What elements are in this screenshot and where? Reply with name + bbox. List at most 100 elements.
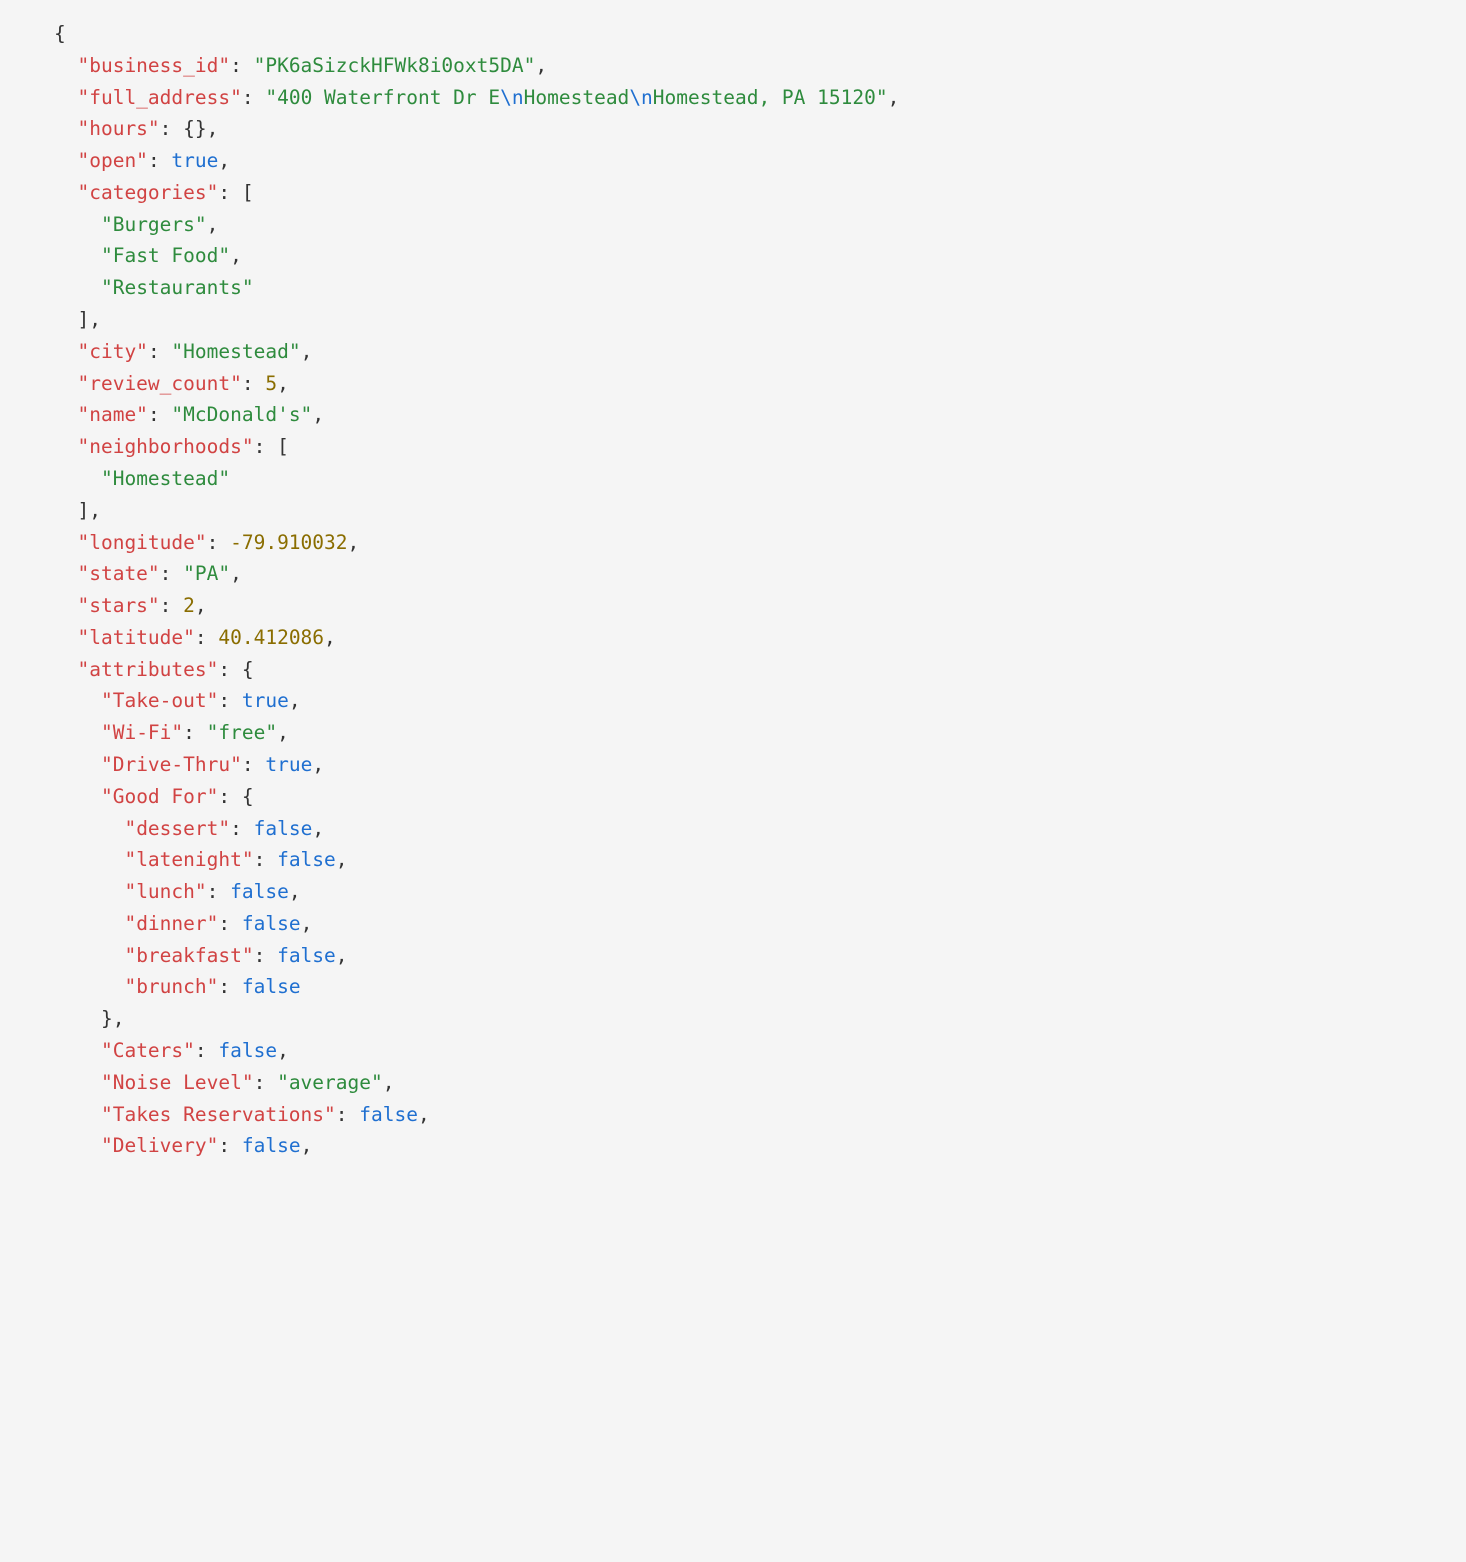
code-token-str: Homestead <box>524 86 630 109</box>
json-source-code: { "business_id": "PK6aSizckHFWk8i0oxt5DA… <box>0 0 1466 1162</box>
code-line: "review_count": 5, <box>54 372 289 395</box>
code-line: "brunch": false <box>54 975 301 998</box>
code-token-num: -79.910032 <box>230 531 347 554</box>
code-line: "Delivery": false, <box>54 1134 312 1157</box>
code-line: "Caters": false, <box>54 1039 289 1062</box>
code-token-pun <box>54 244 101 267</box>
code-line: { <box>54 22 66 45</box>
code-token-pun: : {}, <box>160 117 219 140</box>
code-token-pun <box>54 975 124 998</box>
code-token-pun <box>54 594 77 617</box>
code-token-pun: , <box>312 817 324 840</box>
code-token-str: "PA" <box>183 562 230 585</box>
code-token-pun <box>54 753 101 776</box>
code-token-bool: false <box>277 848 336 871</box>
code-line: "Noise Level": "average", <box>54 1071 395 1094</box>
code-token-bool: true <box>265 753 312 776</box>
code-token-pun: , <box>535 54 547 77</box>
code-token-bool: false <box>277 944 336 967</box>
code-token-key: "stars" <box>77 594 159 617</box>
code-token-pun: : <box>242 372 265 395</box>
code-line: "open": true, <box>54 149 230 172</box>
code-token-pun: , <box>277 1039 289 1062</box>
code-token-pun: : <box>230 54 253 77</box>
code-line: "attributes": { <box>54 658 254 681</box>
code-token-pun: , <box>324 626 336 649</box>
code-token-pun: : <box>230 817 253 840</box>
code-token-bool: false <box>230 880 289 903</box>
code-line: "city": "Homestead", <box>54 340 312 363</box>
code-token-pun: : <box>218 689 241 712</box>
code-token-pun <box>54 181 77 204</box>
code-line: "lunch": false, <box>54 880 301 903</box>
code-token-num: 2 <box>183 594 195 617</box>
code-token-pun <box>54 817 124 840</box>
code-line: "stars": 2, <box>54 594 207 617</box>
code-token-key: "Noise Level" <box>101 1071 254 1094</box>
code-token-pun: , <box>312 753 324 776</box>
code-token-pun <box>54 1134 101 1157</box>
code-token-pun: ], <box>54 308 101 331</box>
code-token-key: "Good For" <box>101 785 218 808</box>
code-line: "Restaurants" <box>54 276 254 299</box>
code-token-num: 5 <box>265 372 277 395</box>
code-line: "Good For": { <box>54 785 254 808</box>
code-token-key: "latenight" <box>124 848 253 871</box>
code-token-pun <box>54 785 101 808</box>
code-line: "Takes Reservations": false, <box>54 1103 430 1126</box>
code-token-pun: : <box>254 1071 277 1094</box>
code-line: "hours": {}, <box>54 117 218 140</box>
code-token-pun: , <box>277 721 289 744</box>
code-token-pun: , <box>336 848 348 871</box>
code-token-pun: : [ <box>218 181 253 204</box>
code-token-bool: false <box>242 912 301 935</box>
code-token-str: "PK6aSizckHFWk8i0oxt5DA" <box>254 54 536 77</box>
code-token-pun <box>54 848 124 871</box>
code-token-pun: : <box>242 86 265 109</box>
code-token-pun: , <box>888 86 900 109</box>
code-token-pun: , <box>289 880 301 903</box>
code-token-key: "business_id" <box>77 54 230 77</box>
code-line: "dinner": false, <box>54 912 312 935</box>
code-token-pun: : <box>148 340 171 363</box>
code-token-pun <box>54 1071 101 1094</box>
code-token-key: "Take-out" <box>101 689 218 712</box>
code-token-pun: , <box>277 372 289 395</box>
code-token-pun <box>54 403 77 426</box>
code-token-pun <box>54 467 101 490</box>
code-token-pun <box>54 340 77 363</box>
code-token-key: "Wi-Fi" <box>101 721 183 744</box>
code-token-pun <box>54 276 101 299</box>
code-token-pun <box>54 658 77 681</box>
code-token-key: "open" <box>77 149 147 172</box>
code-token-key: "longitude" <box>77 531 206 554</box>
code-token-pun: : <box>218 1134 241 1157</box>
code-line: "longitude": -79.910032, <box>54 531 359 554</box>
code-token-pun: : <box>195 626 218 649</box>
code-line: "Wi-Fi": "free", <box>54 721 289 744</box>
code-token-pun <box>54 912 124 935</box>
code-token-pun <box>54 149 77 172</box>
code-token-pun: : { <box>218 658 253 681</box>
code-token-pun: , <box>301 912 313 935</box>
code-token-pun <box>54 562 77 585</box>
code-line: "dessert": false, <box>54 817 324 840</box>
code-token-pun: : <box>148 149 171 172</box>
code-token-str: "Fast Food" <box>101 244 230 267</box>
code-line: "breakfast": false, <box>54 944 348 967</box>
code-token-pun <box>54 435 77 458</box>
code-token-esc: \n <box>500 86 523 109</box>
code-line: "Take-out": true, <box>54 689 301 712</box>
code-token-key: "Delivery" <box>101 1134 218 1157</box>
code-token-str: "400 Waterfront Dr E <box>265 86 500 109</box>
code-token-key: "state" <box>77 562 159 585</box>
code-token-pun: , <box>230 244 242 267</box>
code-token-pun: , <box>289 689 301 712</box>
code-token-pun: : <box>207 880 230 903</box>
code-token-esc: \n <box>629 86 652 109</box>
code-token-pun: : <box>160 562 183 585</box>
code-token-key: "categories" <box>77 181 218 204</box>
code-token-pun <box>54 944 124 967</box>
code-token-str: Homestead, PA 15120" <box>653 86 888 109</box>
code-line: "latitude": 40.412086, <box>54 626 336 649</box>
